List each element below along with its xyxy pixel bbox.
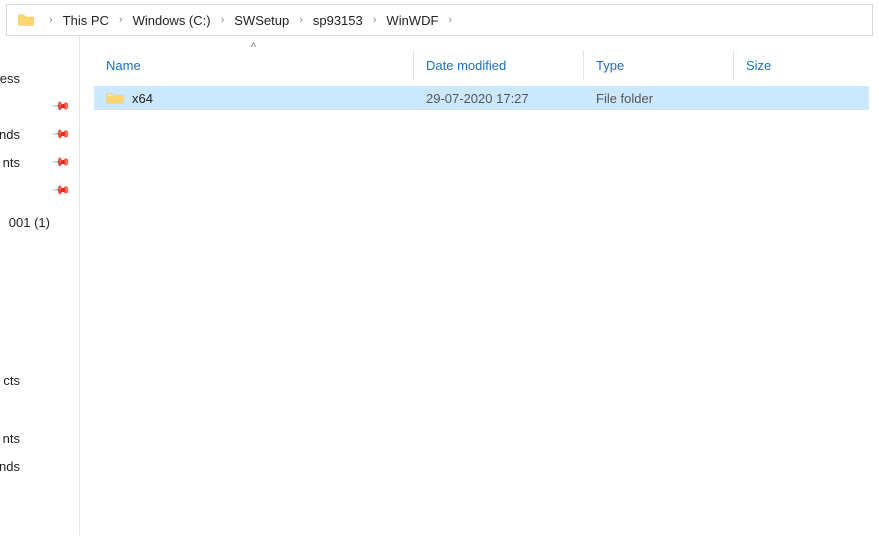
column-header-name[interactable]: ˄ Name	[94, 50, 414, 80]
column-label: Name	[106, 58, 141, 73]
file-date-cell: 29-07-2020 17:27	[414, 86, 584, 110]
columns-header: ˄ Name Date modified Type Size	[94, 50, 869, 80]
sidebar-item[interactable]: 001 (1)	[0, 208, 79, 236]
file-type-cell: File folder	[584, 86, 734, 110]
file-date: 29-07-2020 17:27	[426, 91, 529, 106]
breadcrumb-winwdf[interactable]: WinWDF	[382, 5, 442, 35]
sort-ascending-icon: ˄	[251, 40, 257, 51]
pin-icon: 📌	[51, 96, 71, 116]
folder-icon	[17, 11, 35, 29]
chevron-right-icon[interactable]: ›	[367, 14, 383, 26]
sidebar-item-label: 001 (1)	[0, 215, 50, 230]
sidebar-item[interactable]: cts	[0, 366, 79, 394]
sidebar[interactable]: ess 📌 nds 📌 nts 📌 📌 001 (1) cts nts	[0, 36, 80, 535]
file-name: x64	[132, 91, 153, 106]
column-label: Type	[596, 58, 624, 73]
pin-icon: 📌	[51, 124, 71, 144]
sidebar-item-label: nds	[0, 459, 20, 474]
file-name-cell[interactable]: x64	[94, 86, 414, 110]
column-header-size[interactable]: Size	[734, 50, 869, 80]
sidebar-item-label: nts	[0, 431, 20, 446]
column-label: Date modified	[426, 58, 506, 73]
sidebar-item-label: nds	[0, 127, 20, 142]
sidebar-item[interactable]: ess	[0, 64, 79, 92]
breadcrumb-this-pc[interactable]: This PC	[59, 5, 113, 35]
breadcrumb-windows-c[interactable]: Windows (C:)	[129, 5, 215, 35]
breadcrumb-swsetup[interactable]: SWSetup	[230, 5, 293, 35]
breadcrumb[interactable]: › This PC › Windows (C:) › SWSetup › sp9…	[6, 4, 873, 36]
sidebar-item-label: nts	[0, 155, 20, 170]
sidebar-item-label: ess	[0, 71, 20, 86]
chevron-right-icon[interactable]: ›	[442, 14, 458, 26]
sidebar-item-label: cts	[0, 373, 20, 388]
chevron-right-icon[interactable]: ›	[113, 14, 129, 26]
pin-icon: 📌	[51, 152, 71, 172]
chevron-right-icon[interactable]: ›	[43, 14, 59, 26]
sidebar-item[interactable]: nds	[0, 452, 79, 480]
sidebar-item[interactable]: 📌	[0, 92, 79, 120]
sidebar-item[interactable]: nts 📌	[0, 148, 79, 176]
file-type: File folder	[596, 91, 653, 106]
table-row[interactable]: x64 29-07-2020 17:27 File folder	[94, 86, 869, 110]
column-header-type[interactable]: Type	[584, 50, 734, 80]
file-size-cell	[734, 86, 869, 110]
breadcrumb-sp93153[interactable]: sp93153	[309, 5, 367, 35]
sidebar-item[interactable]: 📌	[0, 176, 79, 204]
column-header-date[interactable]: Date modified	[414, 50, 584, 80]
sidebar-item[interactable]: nds 📌	[0, 120, 79, 148]
breadcrumb-root-icon[interactable]	[13, 5, 43, 35]
file-list-area[interactable]: ˄ Name Date modified Type Size x64 29-07…	[80, 36, 879, 535]
chevron-right-icon[interactable]: ›	[293, 14, 309, 26]
sidebar-item[interactable]: nts	[0, 424, 79, 452]
column-label: Size	[746, 58, 771, 73]
folder-icon	[106, 91, 124, 105]
chevron-right-icon[interactable]: ›	[215, 14, 231, 26]
pin-icon: 📌	[51, 180, 71, 200]
